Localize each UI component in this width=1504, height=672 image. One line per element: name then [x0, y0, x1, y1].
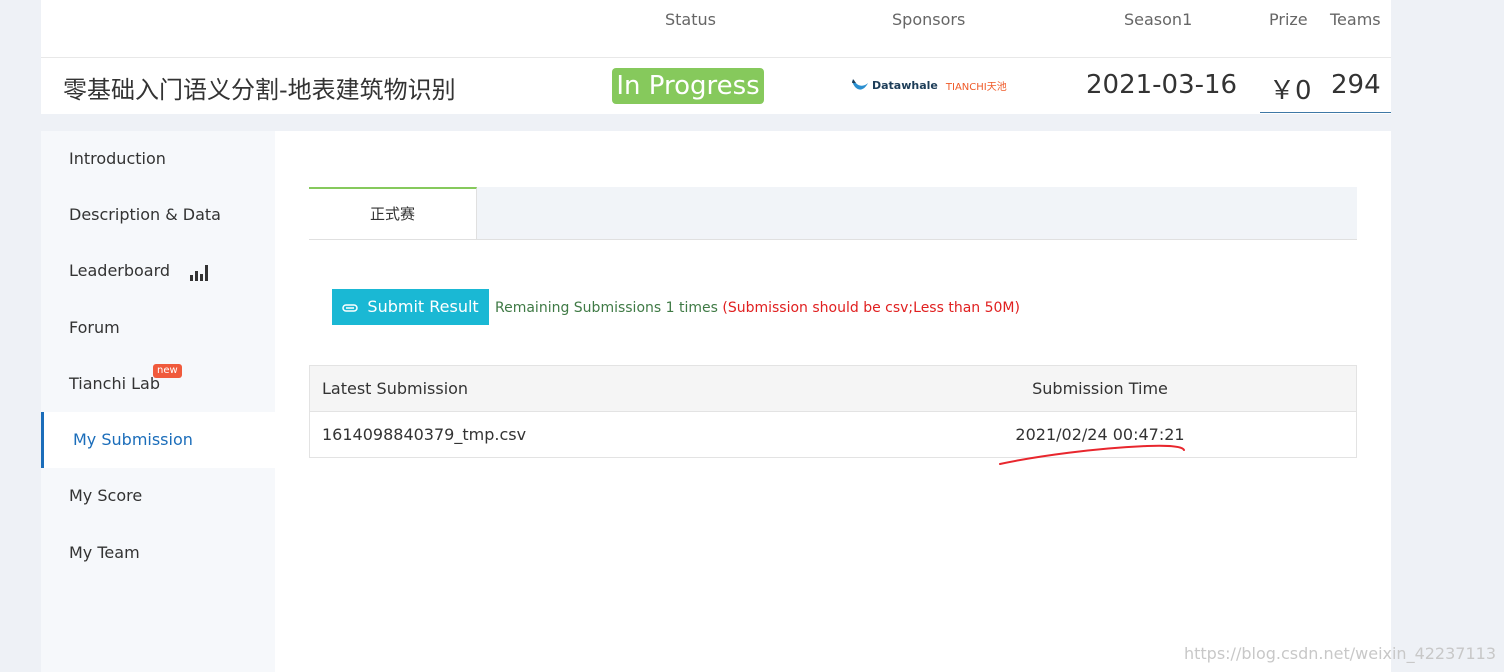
sponsors-column-label: Sponsors [892, 10, 966, 29]
sidebar-item-description-data[interactable]: Description & Data [41, 187, 275, 243]
competition-title: 零基础入门语义分割-地表建筑物识别 [63, 76, 456, 104]
prize-teams-underline [1260, 112, 1391, 113]
sidebar-item-label: Leaderboard [69, 261, 171, 280]
status-column-label: Status [665, 10, 716, 29]
sponsor-logos: Datawhale TIANCHI天池 [851, 74, 1007, 96]
sidebar-item-label: My Team [69, 543, 140, 562]
prize-column-label: Prize [1269, 10, 1308, 29]
submission-warning: (Submission should be csv;Less than 50M) [722, 300, 1020, 316]
header-latest-submission: Latest Submission [322, 379, 469, 398]
remaining-text: Remaining Submissions 1 times [495, 300, 718, 316]
sidebar-item-introduction[interactable]: Introduction [41, 131, 275, 187]
season-date: 2021-03-16 [1086, 70, 1238, 100]
annotation-underline [999, 444, 1185, 465]
new-badge: new [153, 364, 182, 378]
header-divider [41, 57, 1391, 58]
tab-formal-round[interactable]: 正式赛 [309, 187, 477, 239]
sidebar-item-label: Introduction [69, 149, 166, 168]
submit-result-label: Submit Result [367, 297, 479, 316]
datawhale-logo-text: Datawhale [872, 78, 938, 92]
sidebar-item-label: Description & Data [69, 205, 221, 224]
sidebar-item-label: My Score [69, 486, 143, 505]
teams-value: 294 [1331, 70, 1381, 100]
sidebar-item-my-team[interactable]: My Team [41, 525, 275, 581]
datawhale-whale-icon [852, 79, 868, 90]
tianchi-logo-text: TIANCHI天池 [945, 81, 1007, 93]
submission-filename[interactable]: 1614098840379_tmp.csv [322, 412, 526, 457]
tabs-bar: 正式赛 [309, 187, 1357, 240]
main-content: 正式赛 Submit Result Remaining Submissions … [275, 131, 1391, 672]
sidebar-item-my-score[interactable]: My Score [41, 468, 275, 524]
watermark: https://blog.csdn.net/weixin_42237113 [1183, 644, 1496, 663]
teams-column-label: Teams [1330, 10, 1381, 29]
remaining-submissions: Remaining Submissions 1 times (Submissio… [495, 300, 1020, 316]
submission-table: Latest Submission Submission Time 161409… [309, 365, 1357, 458]
table-header: Latest Submission Submission Time [310, 366, 1356, 412]
table-row: 1614098840379_tmp.csv 2021/02/24 00:47:2… [310, 412, 1356, 457]
prize-value: ￥0 [1269, 76, 1312, 106]
status-badge: In Progress [612, 68, 764, 104]
sidebar-item-forum[interactable]: Forum [41, 300, 275, 356]
submit-result-button[interactable]: Submit Result [332, 289, 489, 325]
season-column-label: Season1 [1124, 10, 1193, 29]
bar-chart-icon [190, 264, 209, 281]
sidebar-item-label-wrap: Tianchi Lab [69, 374, 160, 393]
sidebar-item-my-submission[interactable]: My Submission [41, 412, 275, 468]
sidebar-item-label: Tianchi Lab [69, 374, 161, 393]
sidebar-item-leaderboard[interactable]: Leaderboard [41, 243, 275, 299]
header-submission-time: Submission Time [1032, 379, 1168, 398]
sidebar-item-label: My Submission [73, 430, 193, 449]
sidebar-nav: Introduction Description & Data Leaderbo… [41, 131, 275, 672]
sidebar-item-tianchi-lab[interactable]: Tianchi Lab new [41, 356, 275, 412]
sidebar-item-label: Forum [69, 318, 120, 337]
upload-icon [342, 303, 359, 312]
competition-header: Status Sponsors Season1 Prize Teams 零基础入… [41, 0, 1391, 114]
